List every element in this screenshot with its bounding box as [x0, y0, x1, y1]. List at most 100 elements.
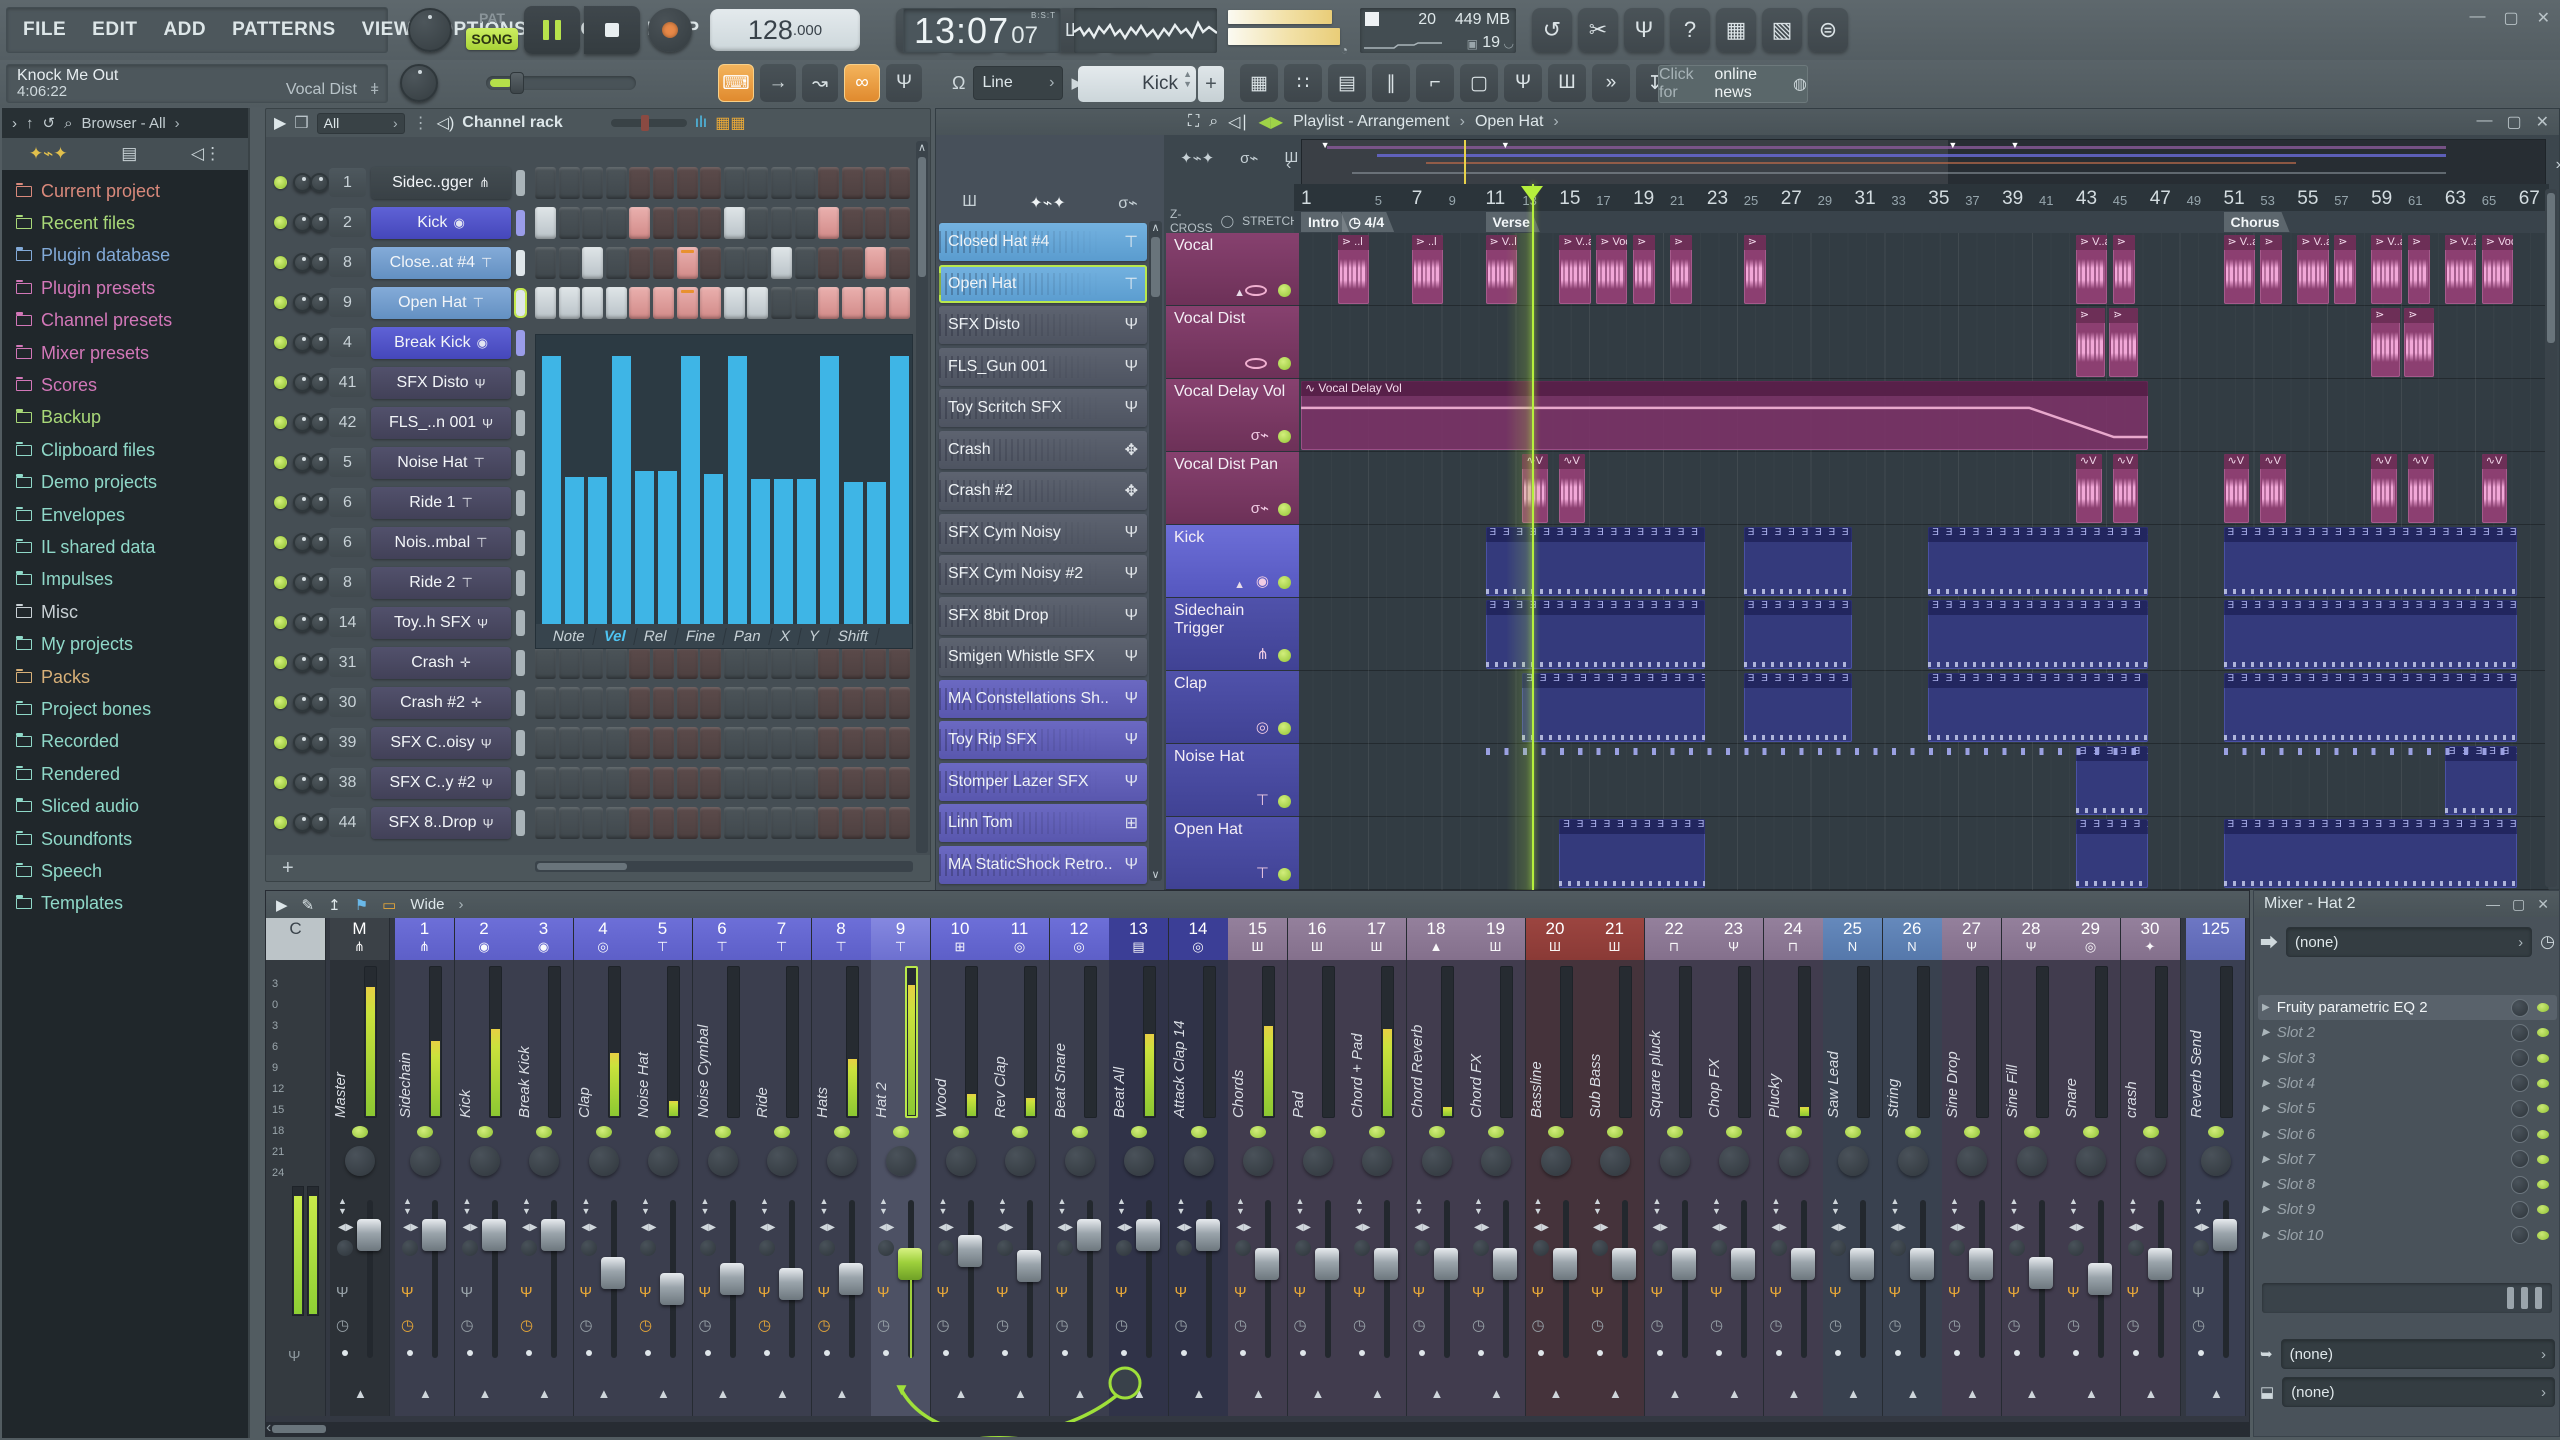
mixer-strip-saw-lead[interactable]: 25 N Saw Lead ▲ ▼ ◀▶ Ψ ◷ ▲ [1823, 918, 1883, 1416]
help-icon[interactable]: ? [1670, 8, 1710, 52]
strip-header[interactable]: 27 Ψ [1942, 918, 2001, 960]
audio-clip[interactable]: ⋗ ..l [1337, 235, 1370, 304]
track-led[interactable] [1278, 430, 1291, 443]
browser-item-soundfonts[interactable]: Soundfonts [16, 824, 246, 854]
step-12[interactable] [794, 687, 816, 719]
step-16[interactable] [889, 247, 910, 279]
step-8[interactable] [700, 207, 722, 239]
strip-mute-led[interactable] [1845, 1126, 1861, 1138]
step-6[interactable] [653, 767, 674, 799]
channel-number[interactable]: 2 [329, 208, 366, 237]
output-select-2[interactable]: (none) › [2282, 1377, 2555, 1407]
step-1[interactable] [535, 647, 556, 679]
channel-number[interactable]: 42 [329, 408, 366, 437]
pan-lr-icon[interactable]: ◀▶ [1177, 1222, 1192, 1233]
step-15[interactable] [865, 727, 887, 759]
slot-arrow-icon[interactable]: ▶ [2262, 1053, 2270, 1064]
stop-button[interactable] [584, 6, 640, 54]
disk-record-icon[interactable]: Ψ [699, 1284, 712, 1301]
strip-fader-handle[interactable] [838, 1263, 863, 1295]
strip-mute-led[interactable] [1964, 1126, 1980, 1138]
strip-header[interactable]: 6 ⊤ [692, 918, 752, 960]
step-1[interactable] [535, 247, 556, 279]
strip-pan-knob[interactable] [529, 1146, 559, 1176]
step-3[interactable] [582, 247, 604, 279]
slot-enable-led[interactable] [2537, 1028, 2549, 1038]
pan-lr-icon[interactable]: ◀▶ [1831, 1222, 1846, 1233]
timeline-bar-45[interactable]: 45 [2113, 193, 2127, 208]
fader-up-icon[interactable]: ▲ [1534, 1196, 1543, 1206]
fader-down-icon[interactable]: ▼ [463, 1206, 472, 1216]
step-7[interactable] [676, 207, 698, 239]
browser-item-scores[interactable]: Scores [16, 370, 246, 400]
browser-item-mixer-presets[interactable]: Mixer presets [16, 338, 246, 368]
strip-fader-handle[interactable] [600, 1256, 625, 1289]
step-3[interactable] [582, 807, 604, 839]
channel-mute-pill[interactable] [516, 810, 525, 836]
mixer-strip-ride[interactable]: 7 ⊤ Ride ▲ ▼ ◀▶ Ψ ◷ ▲ [752, 918, 812, 1416]
fader-up-icon[interactable]: ▲ [1117, 1196, 1126, 1206]
slot-enable-led[interactable] [2537, 1053, 2549, 1063]
pattern-clip[interactable]: Ǝ Ǝ Ǝ Ǝ Ǝ Ǝ Ǝ Ǝ Ǝ [1743, 527, 1853, 596]
overview-left-arrow[interactable]: ‹ [1286, 156, 1291, 174]
latency-clock-icon[interactable]: ◷ [758, 1316, 771, 1334]
audio-clip[interactable]: ⋗ V..al [2297, 235, 2329, 304]
step-3[interactable] [582, 767, 604, 799]
mixer-strip-sine-fill[interactable]: 28 Ψ Sine Fill ▲ ▼ ◀▶ Ψ ◷ ▲ [2001, 918, 2062, 1416]
overview-right-arrow[interactable]: › [2556, 156, 2560, 174]
strip-fader-handle[interactable] [357, 1218, 381, 1251]
channel-volume-knob[interactable] [310, 373, 329, 392]
strip-fader-handle[interactable] [660, 1273, 684, 1306]
step-7[interactable] [676, 767, 698, 799]
pan-lr-icon[interactable]: ◀▶ [1296, 1222, 1311, 1233]
step-6[interactable] [653, 287, 674, 319]
step-2[interactable] [558, 687, 580, 719]
step-9[interactable] [723, 767, 745, 799]
pan-lr-icon[interactable]: ◀▶ [939, 1222, 954, 1233]
strip-fader-track[interactable] [967, 1200, 974, 1358]
step-4[interactable] [605, 167, 627, 199]
step-5[interactable] [629, 767, 651, 799]
browser-item-current-project[interactable]: Current project [16, 176, 246, 206]
channel-mute-pill[interactable] [516, 370, 525, 396]
route-arrow[interactable]: ▲ [1966, 1386, 1979, 1401]
fader-up-icon[interactable]: ▲ [701, 1196, 710, 1206]
about-icon[interactable]: ⊜ [1808, 8, 1848, 52]
step-8[interactable] [700, 767, 722, 799]
track-header-sidechain-trigger[interactable]: Sidechain Trigger ⋔ [1166, 598, 1299, 671]
pan-lr-icon[interactable]: ◀▶ [998, 1222, 1013, 1233]
step-12[interactable] [794, 207, 816, 239]
channel-button[interactable]: SFX 8..Drop Ψ [371, 807, 511, 839]
mixer-strip-noise-hat[interactable]: 5 ⊤ Noise Hat ▲ ▼ ◀▶ Ψ ◷ ▲ [633, 918, 693, 1416]
minimize-icon[interactable]: — [2486, 896, 2500, 913]
fader-up-icon[interactable]: ▲ [463, 1196, 472, 1206]
fader-up-icon[interactable]: ▲ [760, 1196, 769, 1206]
track-led[interactable] [1278, 868, 1291, 881]
fader-down-icon[interactable]: ▼ [1950, 1206, 1959, 1216]
step-3[interactable] [582, 167, 604, 199]
browser-item-plugin-presets[interactable]: Plugin presets [16, 273, 246, 303]
latency-clock-icon[interactable]: ◷ [2192, 1316, 2205, 1334]
strip-mute-led[interactable] [2208, 1126, 2224, 1138]
graph-bar-10[interactable] [750, 479, 770, 624]
step-7[interactable] [676, 807, 698, 839]
main-volume-knob[interactable] [408, 8, 452, 52]
route-arrow[interactable]: ▲ [1074, 1386, 1087, 1401]
channel-mute-pill[interactable] [516, 210, 525, 236]
channel-led[interactable] [274, 736, 287, 749]
strip-mute-led[interactable] [1488, 1126, 1504, 1138]
strip-header[interactable]: 16 Ш [1287, 918, 1347, 960]
stereo-knob[interactable] [1532, 1240, 1549, 1256]
graph-bar-7[interactable] [681, 356, 701, 624]
step-4[interactable] [605, 247, 627, 279]
disk-record-icon[interactable]: Ψ [401, 1284, 414, 1301]
step-1[interactable] [535, 207, 556, 239]
mixer-strip-sine-drop[interactable]: 27 Ψ Sine Drop ▲ ▼ ◀▶ Ψ ◷ ▲ [1942, 918, 2002, 1416]
step-12[interactable] [794, 167, 816, 199]
scroll-up-icon[interactable]: ∧ [916, 141, 928, 154]
step-2[interactable] [558, 167, 580, 199]
timeline-bar-31[interactable]: 31 [1855, 188, 1876, 210]
arrangement-overview[interactable]: ▼ ▼ ▼ ▼ ‹ › [1286, 139, 2560, 189]
step-2[interactable] [558, 647, 580, 679]
step-14[interactable] [841, 687, 863, 719]
